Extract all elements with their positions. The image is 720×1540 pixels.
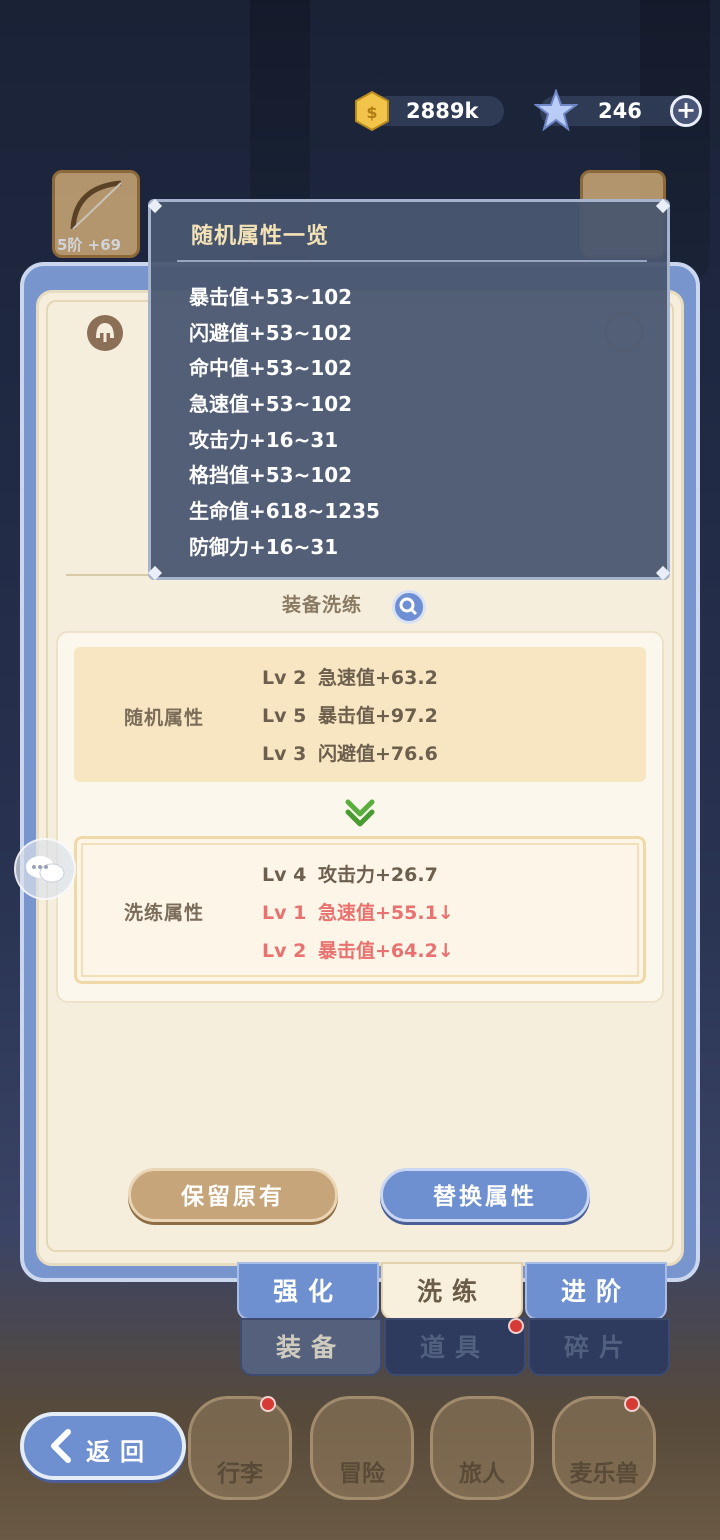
diamond-counter: 246 + [534, 89, 702, 132]
refine-stat-row: Lv 4 攻击力+26.7 [262, 864, 438, 886]
nav-traveler-label: 旅人 [459, 1461, 505, 1487]
back-label: 返回 [86, 1438, 154, 1466]
tab-advance[interactable]: 进阶 [525, 1262, 667, 1320]
replace-attributes-button[interactable]: 替换属性 [380, 1168, 590, 1222]
tooltip-item: 急速值+53~102 [189, 392, 353, 417]
magnify-button[interactable] [392, 590, 426, 624]
add-diamond-button[interactable]: + [670, 95, 702, 127]
notification-dot [624, 1396, 640, 1412]
nav-adventure-label: 冒险 [339, 1461, 385, 1487]
diamond-amount: 246 [598, 99, 642, 123]
gold-amount: 2889k [406, 99, 479, 123]
down-arrow-icon [345, 799, 375, 827]
refine-attributes-label: 洗练属性 [124, 902, 205, 924]
bow-icon [70, 180, 122, 230]
back-arrow-icon [51, 1429, 71, 1463]
tab-items[interactable]: 道具 [384, 1318, 526, 1376]
back-button[interactable]: 返回 [20, 1412, 186, 1480]
refine-stat-row-downgrade: Lv 1 急速值+55.1↓ [262, 902, 454, 924]
tab-fragments[interactable]: 碎片 [528, 1318, 670, 1376]
tooltip-item: 闪避值+53~102 [189, 320, 353, 345]
tab-enhance[interactable]: 强化 [237, 1262, 379, 1320]
nav-luggage-label: 行李 [217, 1461, 263, 1487]
tooltip-item: 暴击值+53~102 [189, 285, 353, 309]
tooltip-list: 暴击值+53~102 闪避值+53~102 命中值+53~102 急速值+53~… [189, 284, 380, 570]
random-attributes-label: 随机属性 [124, 707, 205, 729]
tab-equipment[interactable]: 装备 [240, 1318, 382, 1376]
tooltip-item: 生命值+618~1235 [189, 499, 380, 524]
gold-counter: $ 2889k [355, 90, 504, 132]
random-stat-row: Lv 5 暴击值+97.2 [262, 705, 438, 727]
nav-pet-label: 麦乐兽 [569, 1461, 639, 1487]
tab-refine[interactable]: 洗练 [381, 1262, 523, 1320]
svg-text:$: $ [366, 103, 377, 122]
tooltip-item: 格挡值+53~102 [189, 463, 353, 488]
tooltip-item: 命中值+53~102 [189, 356, 353, 381]
refine-stat-row-downgrade: Lv 2 暴击值+64.2↓ [262, 940, 454, 962]
slot-tag: 5阶 +69 [57, 236, 122, 254]
tooltip-title: 随机属性一览 [191, 224, 330, 249]
notification-dot [508, 1318, 524, 1334]
tooltip-item: 攻击力+16~31 [189, 427, 339, 452]
tooltip-divider [177, 260, 647, 262]
random-stat-row: Lv 2 急速值+63.2 [262, 667, 438, 689]
crystal-star-icon [534, 89, 578, 132]
tooltip-item: 防御力+16~31 [189, 534, 339, 559]
helmet-icon [87, 315, 123, 351]
random-stat-row: Lv 3 闪避值+76.6 [262, 743, 438, 765]
chat-icon [26, 856, 65, 883]
equipment-slot-bow[interactable]: 5阶 +69 [52, 170, 140, 258]
attribute-tooltip: 随机属性一览 暴击值+53~102 闪避值+53~102 命中值+53~102 … [147, 198, 671, 581]
section-title-label: 装备洗练 [281, 594, 362, 616]
keep-original-button[interactable]: 保留原有 [128, 1168, 338, 1222]
notification-dot [260, 1396, 276, 1412]
divider [66, 574, 156, 576]
search-icon [399, 597, 418, 616]
gold-coin-icon: $ [355, 90, 389, 132]
chat-button[interactable] [14, 838, 76, 900]
